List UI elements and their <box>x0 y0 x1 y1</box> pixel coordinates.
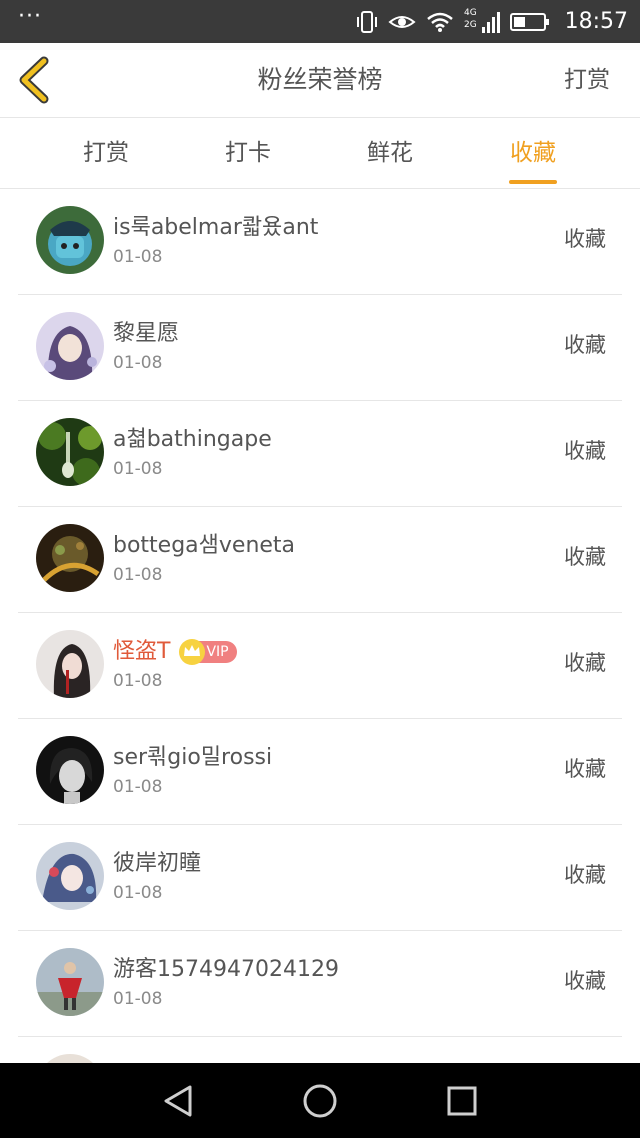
list-item[interactable]: 彼岸初瞳 01-08 收藏 <box>18 825 622 931</box>
eye-icon <box>388 12 416 32</box>
list-item[interactable]: is룩abelmar콻욨ant 01-08 收藏 <box>18 189 622 295</box>
crown-icon <box>179 639 206 665</box>
date: 01-08 <box>113 989 163 1009</box>
user-name: is룩abelmar콻욨ant <box>113 215 319 240</box>
recents-square-icon <box>447 1086 477 1116</box>
avatar <box>36 524 104 592</box>
user-name: 黎星愿 <box>113 321 180 346</box>
date: 01-08 <box>113 247 163 267</box>
fan-list: is룩abelmar콻욨ant 01-08 收藏 黎星愿 01-08 收藏 a쳚… <box>0 189 640 1122</box>
avatar <box>36 312 104 380</box>
active-tab-indicator <box>509 180 557 184</box>
action-label: 收藏 <box>564 969 606 993</box>
nav-back-button[interactable] <box>160 1083 196 1119</box>
status-bar: ··· 4G 2G 18:57 <box>0 0 640 43</box>
tab-favorites[interactable]: 收藏 <box>473 118 593 188</box>
system-nav-bar <box>0 1063 640 1138</box>
avatar <box>36 948 104 1016</box>
nav-home-button[interactable] <box>302 1083 338 1119</box>
user-name: 怪盗T VIP <box>113 633 237 665</box>
action-label: 收藏 <box>564 227 606 251</box>
user-name: 游客1574947024129 <box>113 957 339 982</box>
user-name: bottega샘veneta <box>113 533 296 558</box>
date: 01-08 <box>113 459 163 479</box>
avatar <box>36 418 104 486</box>
nav-recents-button[interactable] <box>444 1083 480 1119</box>
wifi-icon <box>426 11 454 33</box>
list-item[interactable]: 游客1574947024129 01-08 收藏 <box>18 931 622 1037</box>
date: 01-08 <box>113 671 163 691</box>
action-label: 收藏 <box>564 863 606 887</box>
avatar <box>36 842 104 910</box>
back-triangle-icon <box>164 1085 192 1117</box>
action-label: 收藏 <box>564 651 606 675</box>
notification-dots: ··· <box>18 4 42 29</box>
signal-icon: 4G 2G <box>464 8 500 35</box>
list-item[interactable]: bottega샘veneta 01-08 收藏 <box>18 507 622 613</box>
tab-reward[interactable]: 打赏 <box>46 118 166 188</box>
date: 01-08 <box>113 777 163 797</box>
user-name: a쳚bathingape <box>113 427 272 452</box>
header: 粉丝荣誉榜 打赏 <box>0 43 640 118</box>
list-item[interactable]: ser쾪gio밀rossi 01-08 收藏 <box>18 719 622 825</box>
action-label: 收藏 <box>564 439 606 463</box>
action-label: 收藏 <box>564 757 606 781</box>
home-circle-icon <box>303 1084 337 1118</box>
status-icons: 4G 2G <box>356 8 550 36</box>
tab-bar: 打赏 打卡 鲜花 收藏 <box>0 118 640 189</box>
tab-checkin[interactable]: 打卡 <box>188 118 308 188</box>
list-item[interactable]: a쳚bathingape 01-08 收藏 <box>18 401 622 507</box>
vibrate-icon <box>356 10 378 34</box>
list-item[interactable]: 怪盗T VIP 01-08 收藏 <box>18 613 622 719</box>
list-item[interactable]: 黎星愿 01-08 收藏 <box>18 295 622 401</box>
clock: 18:57 <box>564 9 628 34</box>
date: 01-08 <box>113 883 163 903</box>
avatar <box>36 630 104 698</box>
avatar <box>36 206 104 274</box>
date: 01-08 <box>113 565 163 585</box>
battery-icon <box>510 12 550 32</box>
action-label: 收藏 <box>564 333 606 357</box>
action-label: 收藏 <box>564 545 606 569</box>
tab-flowers[interactable]: 鲜花 <box>330 118 450 188</box>
avatar <box>36 736 104 804</box>
reward-button[interactable]: 打赏 <box>564 43 610 117</box>
page-title: 粉丝荣誉榜 <box>257 65 383 94</box>
user-name: 彼岸初瞳 <box>113 851 202 876</box>
vip-badge: VIP <box>179 639 237 665</box>
date: 01-08 <box>113 353 163 373</box>
user-name: ser쾪gio밀rossi <box>113 745 273 770</box>
